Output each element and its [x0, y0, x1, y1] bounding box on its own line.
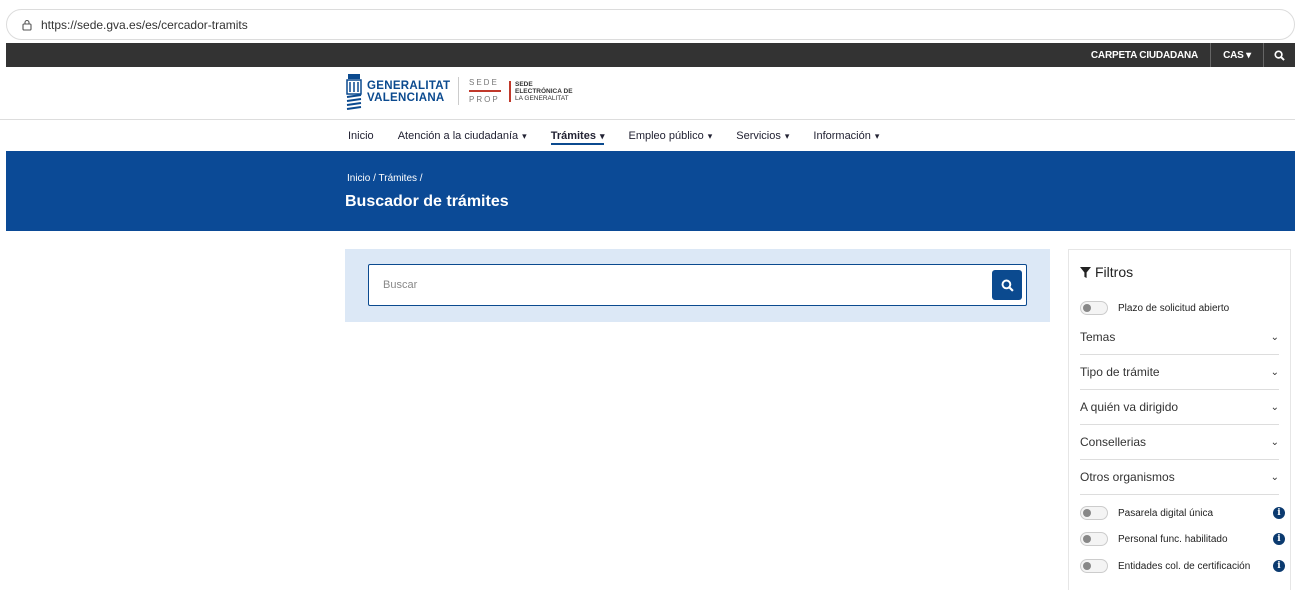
page-banner: Inicio / Trámites / Buscador de trámites	[6, 151, 1295, 231]
search-box	[368, 264, 1027, 306]
address-bar[interactable]: https://sede.gva.es/es/cercador-tramits	[6, 9, 1295, 40]
search-button[interactable]	[992, 270, 1022, 300]
entidades-toggle[interactable]	[1080, 559, 1108, 573]
main-nav: Inicio Atención a la ciudadanía ▾ Trámite…	[348, 121, 903, 151]
chevron-down-icon: ⌄	[1270, 331, 1279, 343]
generalitat-logo[interactable]: GENERALITAT VALENCIANA	[345, 72, 450, 112]
nav-item-informacion[interactable]: Información ▾	[813, 121, 879, 151]
search-icon	[1001, 279, 1014, 292]
filters-panel: Filtros Plazo de solicitud abierto Temas…	[1068, 249, 1291, 590]
search-icon	[1274, 49, 1285, 61]
search-panel	[345, 249, 1050, 322]
chevron-down-icon: ▾	[784, 130, 790, 141]
accordion-otros-organismos[interactable]: Otros organismos ⌄	[1080, 460, 1279, 495]
sede-prop-logo[interactable]: SEDE PROP SEDE ELECTRÓNICA DE LA GENERAL…	[458, 77, 573, 105]
breadcrumb[interactable]: Inicio / Trámites /	[347, 173, 423, 184]
toggle-row-plazo: Plazo de solicitud abierto	[1080, 301, 1285, 315]
chevron-down-icon: ▾	[874, 130, 880, 141]
toggle-row-entidades: Entidades col. de certificación i	[1080, 559, 1285, 573]
chevron-down-icon: ▾	[599, 130, 605, 141]
nav-item-servicios[interactable]: Servicios ▾	[736, 121, 789, 151]
lock-icon	[21, 19, 33, 31]
filter-funnel-icon	[1080, 266, 1091, 278]
accordion-consellerias[interactable]: Consellerias ⌄	[1080, 425, 1279, 460]
nav-item-atencion[interactable]: Atención a la ciudadanía ▾	[398, 121, 527, 151]
chevron-down-icon: ▾	[707, 130, 713, 141]
nav-item-tramites[interactable]: Trámites ▾	[550, 121, 605, 151]
info-icon[interactable]: i	[1273, 507, 1285, 519]
chevron-down-icon: ⌄	[1270, 366, 1279, 378]
chevron-down-icon: ▾	[1246, 49, 1251, 61]
personal-toggle[interactable]	[1080, 532, 1108, 546]
page-title: Buscador de trámites	[345, 193, 509, 210]
chevron-down-icon: ⌄	[1270, 471, 1279, 483]
info-icon[interactable]: i	[1273, 560, 1285, 572]
top-search-button[interactable]	[1263, 43, 1295, 67]
info-icon[interactable]: i	[1273, 533, 1285, 545]
accordion-dirigido[interactable]: A quién va dirigido ⌄	[1080, 390, 1279, 425]
generalitat-emblem-icon	[346, 74, 362, 110]
top-utility-bar: CARPETA CIUDADANA CAS ▾	[6, 43, 1295, 67]
toggle-row-personal: Personal func. habilitado i	[1080, 532, 1285, 546]
pasarela-toggle[interactable]	[1080, 506, 1108, 520]
filters-heading: Filtros	[1080, 264, 1133, 280]
toggle-row-pasarela: Pasarela digital única i	[1080, 506, 1285, 520]
plazo-toggle[interactable]	[1080, 301, 1108, 315]
chevron-down-icon: ⌄	[1270, 436, 1279, 448]
chevron-down-icon: ⌄	[1270, 401, 1279, 413]
url-text: https://sede.gva.es/es/cercador-tramits	[41, 17, 248, 32]
accordion-temas[interactable]: Temas ⌄	[1080, 320, 1279, 355]
nav-item-empleo[interactable]: Empleo público ▾	[628, 121, 712, 151]
language-selector[interactable]: CAS ▾	[1210, 43, 1263, 67]
nav-item-inicio[interactable]: Inicio	[348, 121, 374, 151]
search-input[interactable]	[383, 265, 983, 305]
carpeta-ciudadana-link[interactable]: CARPETA CIUDADANA	[1079, 43, 1210, 67]
chevron-down-icon: ▾	[522, 130, 527, 141]
accordion-tipo-tramite[interactable]: Tipo de trámite ⌄	[1080, 355, 1279, 390]
site-header: GENERALITAT VALENCIANA SEDE PROP SEDE EL…	[0, 67, 1295, 120]
